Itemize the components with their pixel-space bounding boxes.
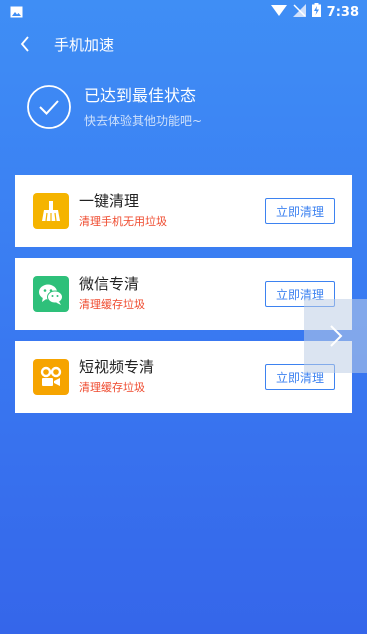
chevron-right-icon bbox=[329, 325, 342, 347]
page-title: 手机加速 bbox=[54, 35, 115, 54]
broom-icon bbox=[33, 193, 69, 229]
card-text: 短视频专清 清理缓存垃圾 bbox=[79, 357, 154, 395]
status-left bbox=[10, 3, 23, 22]
status-time: 7:38 bbox=[326, 4, 359, 20]
card-title: 短视频专清 bbox=[79, 358, 155, 376]
app-bar: 手机加速 bbox=[0, 28, 367, 60]
card-subtitle: 清理手机无用垃圾 bbox=[79, 215, 167, 228]
chevron-left-icon bbox=[20, 36, 29, 52]
card-short-video-clean[interactable]: 短视频专清 清理缓存垃圾 立即清理 bbox=[15, 341, 352, 413]
card-wechat-clean[interactable]: 微信专清 清理缓存垃圾 立即清理 bbox=[15, 258, 352, 330]
image-notification-icon bbox=[10, 3, 23, 22]
status-bar: 7:38 bbox=[0, 0, 367, 24]
card-one-key-clean[interactable]: 一键清理 清理手机无用垃圾 立即清理 bbox=[15, 175, 352, 247]
signal-icon bbox=[292, 3, 306, 21]
status-right: 7:38 bbox=[270, 3, 359, 21]
result-title: 已达到最佳状态 bbox=[84, 85, 197, 105]
card-subtitle: 清理缓存垃圾 bbox=[79, 298, 145, 311]
result-text: 已达到最佳状态 快去体验其他功能吧~ bbox=[84, 86, 202, 129]
card-subtitle: 清理缓存垃圾 bbox=[79, 381, 145, 394]
result-banner: 已达到最佳状态 快去体验其他功能吧~ bbox=[26, 84, 202, 130]
back-button[interactable] bbox=[20, 32, 40, 56]
check-circle-icon bbox=[27, 85, 71, 129]
card-text: 一键清理 清理手机无用垃圾 bbox=[79, 191, 167, 229]
result-subtitle: 快去体验其他功能吧~ bbox=[84, 113, 203, 128]
clean-now-button[interactable]: 立即清理 bbox=[265, 198, 335, 224]
wifi-icon bbox=[270, 4, 287, 21]
card-title: 微信专清 bbox=[79, 275, 140, 293]
next-page-button[interactable] bbox=[304, 299, 367, 373]
video-app-icon bbox=[33, 359, 69, 395]
card-text: 微信专清 清理缓存垃圾 bbox=[79, 274, 145, 312]
card-title: 一键清理 bbox=[79, 192, 140, 210]
wechat-icon bbox=[33, 276, 69, 312]
battery-icon bbox=[311, 3, 321, 21]
